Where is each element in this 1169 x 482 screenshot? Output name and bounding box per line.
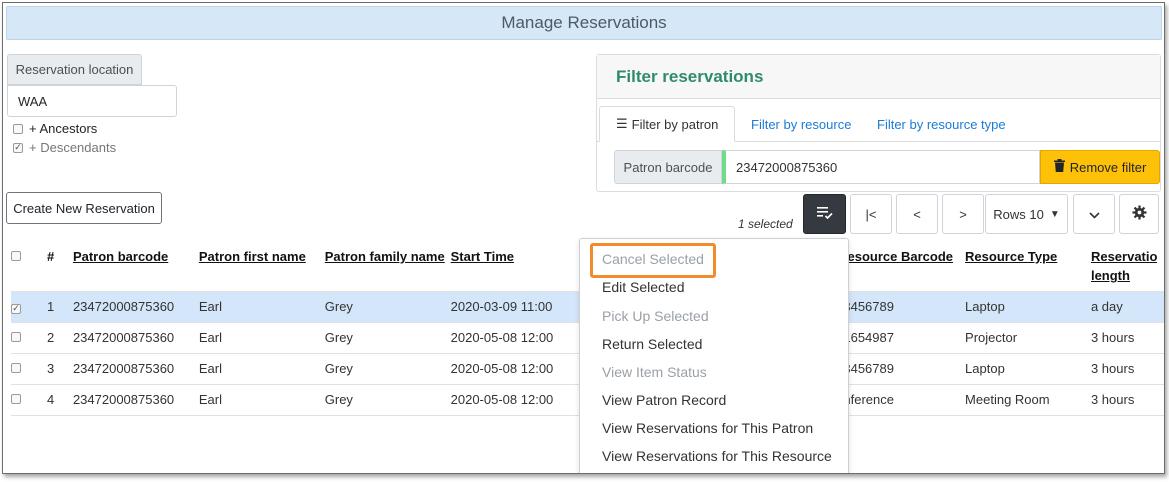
tab-filter-by-patron[interactable]: ☰ Filter by patron [599, 106, 735, 142]
row-checkbox[interactable] [11, 394, 21, 404]
cell-resource-barcode: 23456789 [836, 353, 966, 385]
grid-settings-button[interactable] [1119, 194, 1159, 234]
menu-item-view-reservations-for-resource[interactable]: View Reservations for This Resource [602, 448, 832, 464]
cell-start-time: 2020-03-09 11:00 [450, 291, 585, 323]
rows-per-page-dropdown[interactable]: Rows 10 ▼ [985, 194, 1068, 234]
selected-count: 1 selected [738, 217, 793, 231]
tab-label: Filter by patron [631, 116, 719, 132]
cell-start-time: 2020-05-08 12:00 [450, 353, 585, 385]
menu-item-edit-selected[interactable]: Edit Selected [602, 279, 685, 295]
menu-item-return-selected[interactable]: Return Selected [602, 336, 702, 352]
ancestors-label: + Ancestors [29, 121, 98, 136]
menu-item-view-patron-record[interactable]: View Patron Record [602, 392, 726, 408]
reservation-location-input[interactable]: WAA [7, 85, 177, 117]
select-all-checkbox[interactable] [11, 251, 21, 261]
row-checkbox[interactable] [11, 363, 21, 373]
trash-icon [1053, 159, 1065, 175]
tab-filter-by-resource-type[interactable]: Filter by resource type [877, 106, 1006, 142]
cell-patron-barcode: 23472000875360 [72, 322, 199, 354]
descendants-checkbox[interactable]: ✓ [13, 142, 23, 153]
row-select-cell[interactable] [11, 384, 47, 416]
cell-patron-family-name: Grey [324, 291, 451, 323]
row-number: 3 [46, 353, 73, 385]
cell-patron-family-name: Grey [324, 384, 451, 416]
column-header-patron-barcode[interactable]: Patron barcode [72, 239, 199, 292]
ancestors-checkbox[interactable] [13, 123, 23, 134]
row-select-cell[interactable]: ✓ [11, 291, 47, 323]
cell-patron-first-name: Earl [198, 322, 325, 354]
ancestors-toggle[interactable]: + Ancestors [13, 121, 97, 136]
cell-resource-type: Laptop [965, 353, 1091, 385]
column-header-reservation-length[interactable]: Reservation length [1090, 239, 1164, 292]
actions-menu-button[interactable] [803, 194, 846, 234]
cell-reservation-length: 3 hours [1090, 353, 1164, 385]
column-header-patron-first-name[interactable]: Patron first name [198, 239, 325, 292]
create-reservation-button[interactable]: Create New Reservation [6, 192, 162, 224]
remove-filter-label: Remove filter [1069, 159, 1147, 175]
highlight-annotation-box [590, 243, 716, 278]
chevron-down-icon [1088, 207, 1100, 222]
descendants-toggle[interactable]: ✓ + Descendants [13, 140, 116, 155]
cell-start-time: 2020-05-08 12:00 [450, 384, 585, 416]
tab-filter-by-resource[interactable]: Filter by resource [751, 106, 851, 142]
cell-resource-barcode: onference [836, 384, 966, 416]
patron-barcode-label: Patron barcode [614, 150, 722, 184]
cell-start-time: 2020-05-08 12:00 [450, 322, 585, 354]
cell-resource-type: Meeting Room [965, 384, 1091, 416]
descendants-label: + Descendants [29, 140, 117, 155]
column-header-start-time[interactable]: Start Time [450, 239, 585, 292]
cell-patron-barcode: 23472000875360 [72, 384, 199, 416]
expand-rows-button[interactable] [1073, 194, 1115, 234]
cell-resource-barcode: 23456789 [836, 291, 966, 323]
cell-resource-type: Laptop [965, 291, 1091, 323]
caret-down-icon: ▼ [1049, 208, 1060, 220]
list-check-icon [816, 206, 833, 222]
column-header-reservation-length-label: Reservation length [1090, 249, 1157, 283]
next-page-button[interactable]: > [942, 194, 984, 234]
column-header-number: # [46, 239, 73, 292]
cell-patron-family-name: Grey [324, 353, 451, 385]
row-select-cell[interactable] [11, 322, 47, 354]
column-header-resource-barcode-label: Resource Barcode [838, 249, 954, 264]
app-frame: Manage Reservations Reservation location… [2, 2, 1165, 474]
column-header-resource-type[interactable]: Resource Type [965, 239, 1091, 292]
patron-barcode-input[interactable]: 23472000875360 [722, 150, 1040, 184]
row-checkbox[interactable] [11, 332, 21, 342]
row-checkbox[interactable]: ✓ [11, 303, 21, 314]
menu-item-view-reservations-for-patron[interactable]: View Reservations for This Patron [602, 420, 813, 436]
cell-resource-barcode: 21654987 [836, 322, 966, 354]
row-number: 2 [46, 322, 73, 354]
select-all-header[interactable] [11, 239, 47, 292]
cell-patron-barcode: 23472000875360 [72, 353, 199, 385]
cell-patron-first-name: Earl [198, 353, 325, 385]
cell-reservation-length: 3 hours [1090, 322, 1164, 354]
filter-card: Filter reservations ☰ Filter by patron F… [596, 54, 1161, 192]
row-number: 4 [46, 384, 73, 416]
menu-item-view-item-status[interactable]: View Item Status [602, 364, 707, 380]
first-page-button[interactable]: |< [850, 194, 892, 234]
rows-label: Rows 10 [993, 206, 1044, 222]
cell-patron-first-name: Earl [198, 384, 325, 416]
cell-patron-first-name: Earl [198, 291, 325, 323]
filter-icon: ☰ [616, 116, 628, 131]
column-header-resource-barcode[interactable]: Resource Barcode [838, 239, 966, 292]
cell-resource-type: Projector [965, 322, 1091, 354]
gear-icon [1131, 205, 1147, 223]
column-header-patron-family-name[interactable]: Patron family name [324, 239, 451, 292]
row-number: 1 [46, 291, 73, 323]
cell-patron-family-name: Grey [324, 322, 451, 354]
page-title: Manage Reservations [6, 6, 1162, 40]
remove-filter-button[interactable]: Remove filter [1040, 150, 1160, 184]
reservation-location-label: Reservation location [7, 54, 142, 85]
cell-reservation-length: a day [1090, 291, 1164, 323]
row-select-cell[interactable] [11, 353, 47, 385]
filter-title: Filter reservations [597, 55, 1160, 99]
menu-item-pick-up-selected[interactable]: Pick Up Selected [602, 308, 709, 324]
cell-patron-barcode: 23472000875360 [72, 291, 199, 323]
prev-page-button[interactable]: < [896, 194, 938, 234]
cell-reservation-length: 3 hours [1090, 384, 1164, 416]
